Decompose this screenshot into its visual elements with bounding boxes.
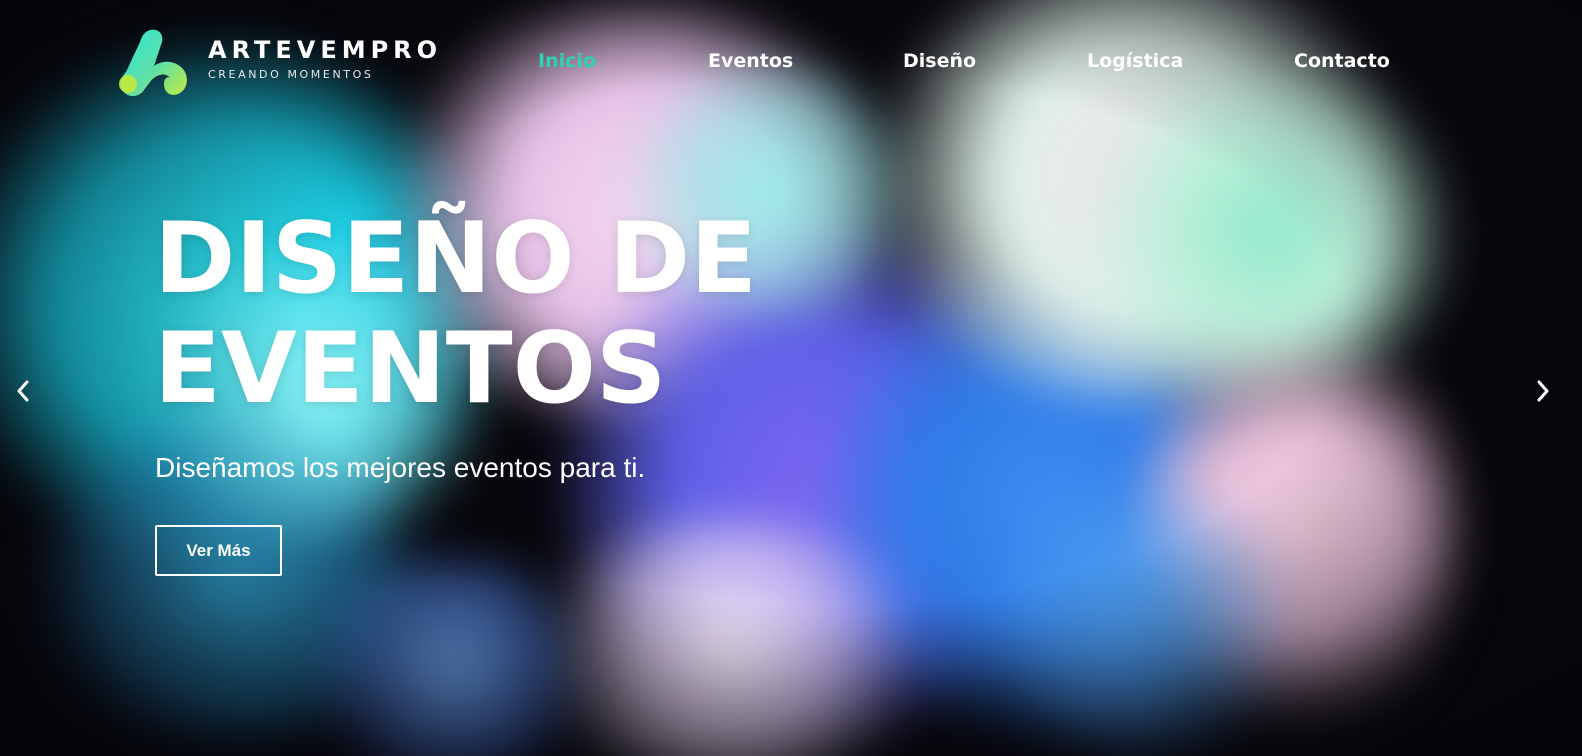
nav-item-diseno[interactable]: Diseño <box>903 50 976 72</box>
hero-headline-line-2: EVENTOS <box>154 312 667 426</box>
hero-headline: DISEÑO DE EVENTOS <box>154 204 757 424</box>
nav-item-eventos[interactable]: Eventos <box>708 50 793 72</box>
nav-item-contacto[interactable]: Contacto <box>1294 50 1390 72</box>
hero-headline-line-1: DISEÑO DE <box>154 202 758 316</box>
nav-item-inicio[interactable]: Inicio <box>538 50 596 72</box>
stylized-a-logo-icon <box>119 29 187 97</box>
chevron-left-icon <box>17 380 29 402</box>
brand-logo[interactable]: ARTEVEMPRO CREANDO MOMENTOS <box>114 26 442 98</box>
ver-mas-button[interactable]: Ver Más <box>155 525 282 576</box>
brand-tagline: CREANDO MOMENTOS <box>208 67 374 81</box>
nav-item-logistica[interactable]: Logística <box>1087 50 1183 72</box>
hero-subtitle: Diseñamos los mejores eventos para ti. <box>155 452 646 483</box>
brand-name: ARTEVEMPRO <box>208 35 443 64</box>
slider-next-button[interactable] <box>1528 376 1558 406</box>
chevron-right-icon <box>1537 380 1549 402</box>
hero-section: ARTEVEMPRO CREANDO MOMENTOS Inicio Event… <box>0 0 1582 756</box>
slider-prev-button[interactable] <box>8 376 38 406</box>
